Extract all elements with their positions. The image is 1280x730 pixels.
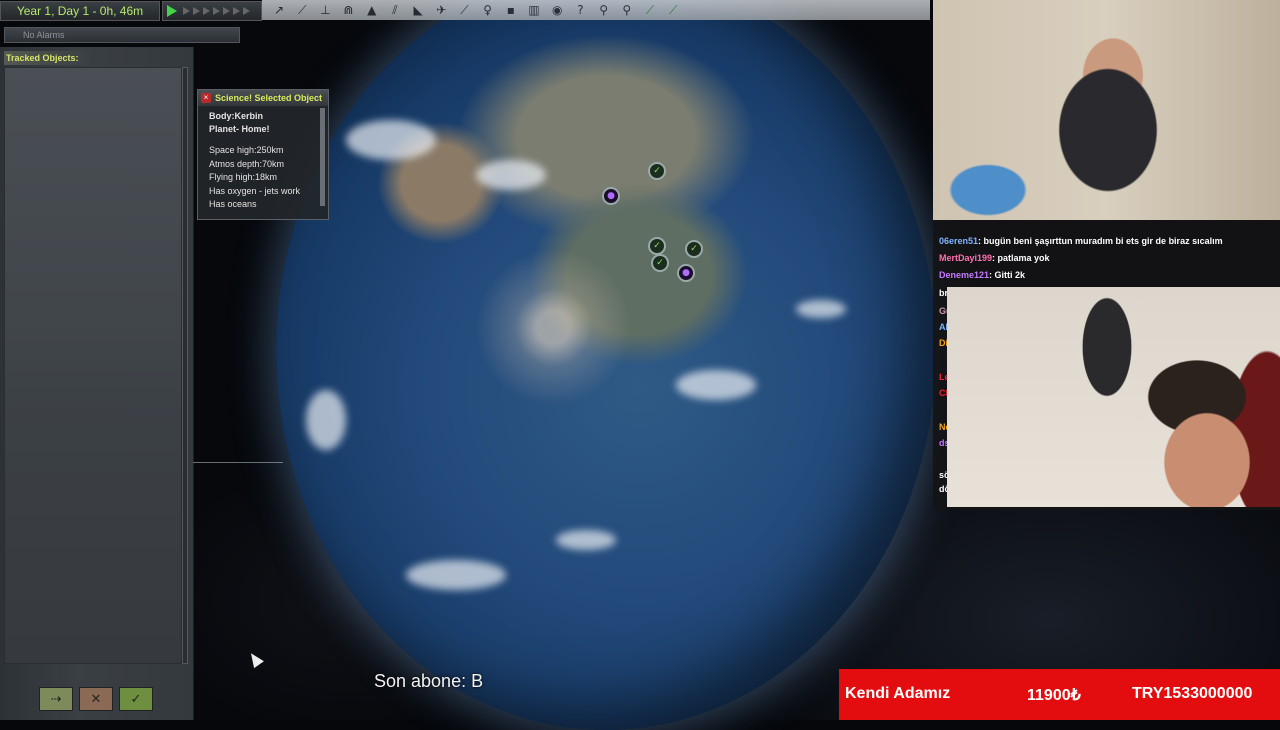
orbit-line (193, 462, 283, 463)
flag-icon[interactable]: ▪ (502, 2, 520, 18)
tracked-objects-list[interactable] (4, 67, 182, 664)
detail-row: Has oceans (209, 199, 257, 209)
science-window-body: Body:Kerbin Planet- Home! Space high:250… (209, 110, 313, 214)
webcam-feed-2 (947, 287, 1280, 507)
chat-username: MertDayi199 (939, 253, 993, 263)
contracts-icon[interactable]: ◉ (548, 2, 566, 18)
contract-marker-icon[interactable]: ✓ (651, 254, 669, 272)
webcam-feed-1 (933, 0, 1280, 220)
lander-icon[interactable]: ⋒ (340, 2, 358, 18)
donation-amount: 11900₺ (1027, 687, 1081, 704)
warp-arrow-icon[interactable] (193, 7, 200, 15)
rocket-launch-icon[interactable]: ⟋ (641, 2, 659, 18)
chat-message: Deneme121: Gitti 2k (939, 270, 1025, 280)
delete-button[interactable]: ✕ (79, 687, 113, 711)
probe-icon[interactable]: ▲ (363, 2, 381, 18)
donation-goal: TRY1533000000 (1132, 685, 1253, 702)
time-warp-control[interactable] (162, 1, 262, 21)
science-window[interactable]: Science! Selected Object × Body:Kerbin P… (197, 89, 329, 220)
chat-message: 06eren51: bugün beni şaşırttun muradım b… (939, 236, 1223, 246)
chat-username: 06eren51 (939, 236, 979, 246)
plane-icon[interactable]: ◣ (409, 2, 427, 18)
app-toolbar: ↗ ⟋ ⊥ ⋒ ▲ ⫽ ◣ ✈ ⟋ ♀ ▪ ▥ ◉ ? ⚲ ⚲ ⟋ ⟋ (262, 0, 930, 20)
detail-row: Atmos depth:70km (209, 158, 285, 169)
antenna-icon[interactable]: ⚲ (618, 2, 636, 18)
station-icon[interactable]: ♀ (479, 2, 497, 18)
contract-marker-icon[interactable]: ● (677, 264, 695, 282)
detail-row: Space high:250km (209, 145, 284, 155)
warp-arrow-icon[interactable] (203, 7, 210, 15)
warp-arrow-icon[interactable] (243, 7, 250, 15)
chat-text: : bugün beni şaşırttun muradım bi ets gi… (978, 236, 1223, 246)
waypoint-icon[interactable]: ? (571, 2, 589, 18)
body-name: Body:Kerbin (209, 111, 263, 121)
last-subscriber-label: Son abone: B (374, 671, 484, 691)
warp-arrow-icon[interactable] (233, 7, 240, 15)
play-icon[interactable] (167, 5, 177, 17)
rover-icon[interactable]: ⊥ (316, 2, 334, 18)
chat-text: : patlama yok (992, 253, 1050, 263)
donation-banner: Kendi Adamız 11900₺ TRY1533000000 (839, 669, 1280, 720)
contract-marker-icon[interactable]: ✓ (648, 162, 666, 180)
game-clock: Year 1, Day 1 - 0h, 46m (0, 1, 160, 21)
recover-button[interactable]: ✓ (119, 687, 153, 711)
science-icon[interactable]: ⟋ (456, 2, 474, 18)
tracked-list-scrollbar[interactable] (182, 67, 188, 664)
maneuver-icon[interactable]: ↗ (270, 2, 288, 18)
tracking-panel: Tracked Objects: ⇢ ✕ ✓ (0, 47, 194, 720)
chat-text: : Gitti 2k (989, 270, 1026, 280)
science-scrollbar[interactable] (320, 108, 325, 206)
warp-arrow-icon[interactable] (223, 7, 230, 15)
detail-row: Has oxygen - jets work (209, 185, 301, 196)
rocket-icon[interactable]: ⟋ (293, 2, 311, 18)
ground-icon[interactable]: ⚲ (595, 2, 613, 18)
alarm-clock-bar[interactable]: No Alarms (4, 27, 240, 43)
science-window-title: Science! Selected Object (198, 90, 328, 106)
planet-kerbin[interactable] (276, 0, 936, 730)
tracked-objects-label: Tracked Objects: (4, 51, 92, 65)
planet-desc: Planet- Home! (209, 124, 270, 134)
satellite-icon[interactable]: ⫽ (386, 2, 404, 18)
warp-arrow-icon[interactable] (213, 7, 220, 15)
help-icon[interactable]: ▥ (525, 2, 543, 18)
close-icon[interactable]: × (201, 93, 211, 103)
donation-name: Kendi Adamız (845, 685, 951, 702)
fly-button[interactable]: ⇢ (39, 687, 73, 711)
contract-marker-icon[interactable]: ✓ (648, 237, 666, 255)
contract-marker-icon[interactable]: ✓ (685, 240, 703, 258)
chat-username: Deneme121 (939, 270, 990, 280)
base-icon[interactable]: ✈ (432, 2, 450, 18)
warp-arrow-icon[interactable] (183, 7, 190, 15)
map-icon[interactable]: ⟋ (664, 2, 682, 18)
chat-message: MertDayi199: patlama yok (939, 253, 1050, 263)
detail-row: Flying high:18km (209, 172, 278, 182)
contract-marker-icon[interactable]: ● (602, 187, 620, 205)
